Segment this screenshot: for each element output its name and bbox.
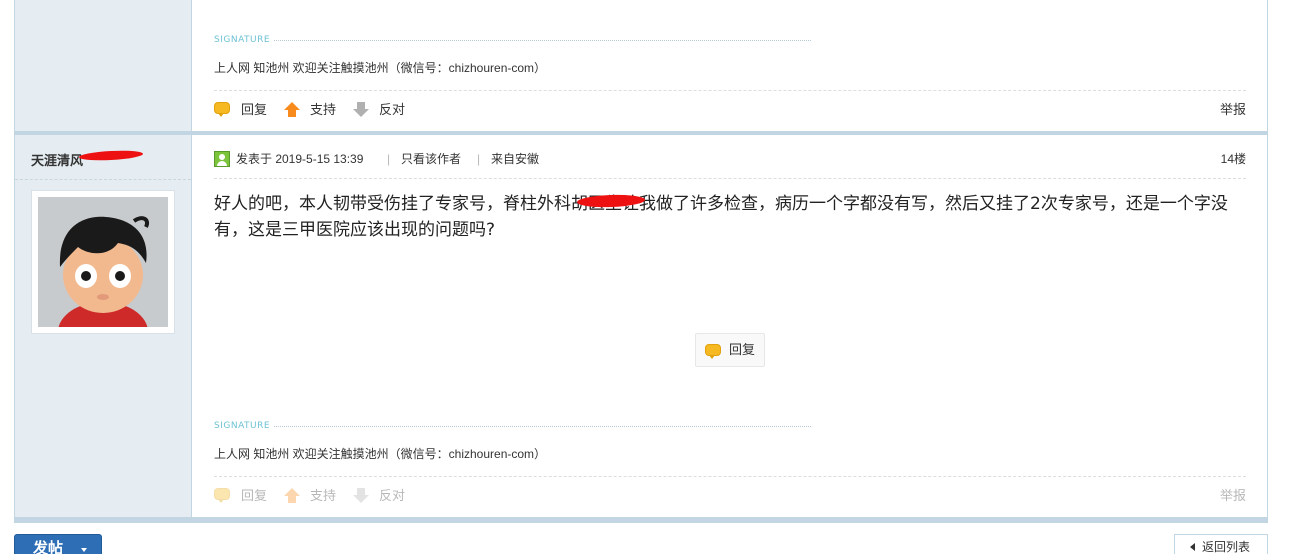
online-user-icon [214,151,230,167]
previous-post: SIGNATURE 上人网 知池州 欢迎关注触摸池州（微信号：chizhoure… [15,0,1267,131]
post-time: 发表于 2019-5-15 13:39 [236,152,364,166]
post-body: 发表于 2019-5-15 13:39 | 只看该作者 | 来自安徽 14楼 好… [193,135,1267,517]
actions-divider [214,476,1246,477]
reply-bubble-icon [705,344,721,359]
report-link[interactable]: 举报 [1220,486,1246,506]
thread-container: SIGNATURE 上人网 知池州 欢迎关注触摸池州（微信号：chizhoure… [14,0,1268,523]
previous-post-author-column [15,0,192,131]
support-action-label: 支持 [310,488,337,503]
oppose-action-label: 反对 [379,102,406,117]
thumbs-up-arrow-icon [283,102,301,118]
reply-action-label: 回复 [241,488,268,503]
signature-label: SIGNATURE [214,34,274,46]
post-meta: 发表于 2019-5-15 13:39 | 只看该作者 | 来自安徽 14楼 [214,150,1246,168]
back-to-list-label: 返回列表 [1202,540,1251,554]
author-divider [15,179,191,180]
quick-reply-button[interactable]: 回复 [695,333,765,367]
signature-text: 上人网 知池州 欢迎关注触摸池州（微信号：chizhouren-com） [214,447,547,461]
post-actions: 回复 支持 反对 举报 [214,100,1246,120]
meta-divider-line [214,178,1246,179]
new-post-button[interactable]: 发帖 [14,534,102,554]
quick-reply-label: 回复 [729,342,756,357]
report-link[interactable]: 举报 [1220,100,1246,120]
signature-text: 上人网 知池州 欢迎关注触摸池州（微信号：chizhouren-com） [214,61,547,75]
reply-bubble-icon [214,102,232,118]
post-separator [15,517,1267,522]
thumbs-up-arrow-icon [283,488,301,504]
chevron-down-icon [81,548,87,552]
cartoon-avatar-icon [38,197,168,327]
signature-label: SIGNATURE [214,420,274,432]
author-name[interactable]: 天涯清风 [31,150,83,169]
post-source: 来自安徽 [491,152,540,166]
avatar[interactable] [31,190,175,334]
avatar-image [38,197,168,327]
previous-post-body: SIGNATURE 上人网 知池州 欢迎关注触摸池州（微信号：chizhoure… [193,0,1267,131]
support-action-label: 支持 [310,102,337,117]
reply-bubble-icon [214,488,232,504]
thumbs-down-arrow-icon [352,488,370,504]
author-column: 天涯清风 [15,135,192,517]
redaction-mark [78,149,144,162]
post-floor-14: 天涯清风 发表于 2019-5-15 13:39 | 只看该作者 | 来自安徽 … [15,135,1267,517]
new-post-label: 发帖 [33,540,64,554]
meta-divider: | [387,152,391,166]
only-author-link[interactable]: 只看该作者 [401,150,461,168]
back-to-list-button[interactable]: 返回列表 [1174,534,1268,554]
post-actions: 回复 支持 反对 举报 [214,486,1246,506]
signature-line [214,40,811,41]
forum-thread-page: SIGNATURE 上人网 知池州 欢迎关注触摸池州（微信号：chizhoure… [0,0,1302,554]
signature-divider: SIGNATURE [214,420,811,432]
back-arrow-icon [1190,543,1195,551]
reply-action-label: 回复 [241,102,268,117]
actions-divider [214,90,1246,91]
signature-divider: SIGNATURE [214,34,811,46]
signature-line [214,426,811,427]
thumbs-down-arrow-icon [352,102,370,118]
meta-divider: | [477,152,481,166]
floor-number[interactable]: 14楼 [1221,150,1246,168]
post-content: 好人的吧，本人韧带受伤挂了专家号，脊柱外科胡医生让我做了许多检查，病历一个字都没… [214,194,1228,240]
oppose-action-label: 反对 [379,488,406,503]
